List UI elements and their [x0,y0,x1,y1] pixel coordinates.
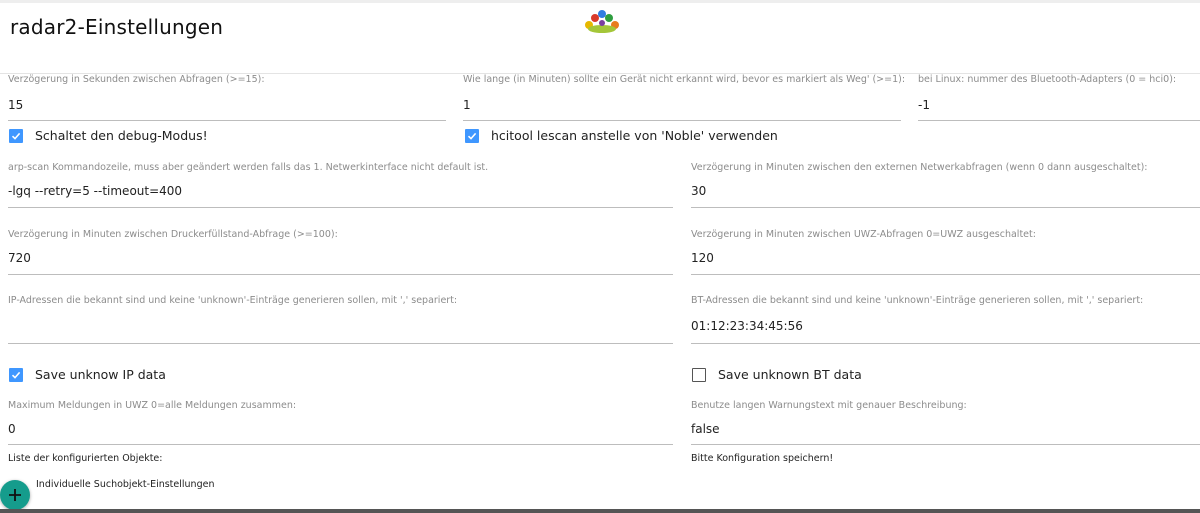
external-delay-underline [691,207,1200,208]
scan-delay-input[interactable]: 15 [8,98,23,112]
bt-adapter-input[interactable]: -1 [918,98,930,112]
save-bt-checkbox-box[interactable] [692,367,706,382]
long-warning-field[interactable]: Benutze langen Warnungstext mit genauer … [691,400,1200,447]
bt-adapter-field[interactable]: bei Linux: nummer des Bluetooth-Adapters… [918,74,1200,122]
radar-logo-icon [585,10,619,33]
uwz-delay-field[interactable]: Verzögerung in Minuten zwischen UWZ-Abfr… [691,229,1200,277]
away-delay-field[interactable]: Wie lange (in Minuten) sollte ein Gerät … [463,74,905,122]
uwz-delay-input[interactable]: 120 [691,251,714,265]
known-bts-underline [691,343,1200,344]
debug-checkbox[interactable]: Schaltet den debug-Modus! [9,128,208,143]
hcitool-checkbox-label: hcitool lescan anstelle von 'Noble' verw… [491,128,778,143]
debug-checkbox-label: Schaltet den debug-Modus! [35,128,208,143]
uwz-max-label: Maximum Meldungen in UWZ 0=alle Meldunge… [8,400,297,411]
add-search-object-button[interactable] [0,480,30,510]
add-search-object-label: Individuelle Suchobjekt-Einstellungen [36,479,215,490]
uwz-delay-label: Verzögerung in Minuten zwischen UWZ-Abfr… [691,229,1036,240]
known-bts-input[interactable]: 01:12:23:34:45:56 [691,319,803,333]
plus-icon [9,489,21,501]
save-config-notice: Bitte Konfiguration speichern! [691,453,834,464]
long-warning-label: Benutze langen Warnungstext mit genauer … [691,400,967,411]
scan-delay-label: Verzögerung in Sekunden zwischen Abfrage… [8,74,265,85]
arp-scan-label: arp-scan Kommandozeile, muss aber geände… [8,162,489,173]
known-ips-label: IP-Adressen die bekannt sind und keine '… [8,295,458,306]
scan-delay-field[interactable]: Verzögerung in Sekunden zwischen Abfrage… [8,74,446,122]
hcitool-check-icon[interactable] [465,128,479,143]
long-warning-input[interactable]: false [691,422,720,436]
known-ips-underline [8,343,673,344]
save-bt-checkbox-label: Save unknown BT data [718,367,862,382]
bt-adapter-label: bei Linux: nummer des Bluetooth-Adapters… [918,74,1177,85]
table-header-bar [0,509,1200,513]
uwz-delay-underline [691,274,1200,275]
external-delay-input[interactable]: 30 [691,184,706,198]
objects-list-label: Liste der konfigurierten Objekte: [8,453,163,464]
arp-scan-input[interactable]: -lgq --retry=5 --timeout=400 [8,184,182,198]
uwz-max-input[interactable]: 0 [8,422,16,436]
known-ips-field[interactable]: IP-Adressen die bekannt sind und keine '… [8,295,673,345]
printer-delay-underline [8,274,673,275]
save-ip-checkbox[interactable]: Save unknow IP data [9,367,166,382]
away-delay-label: Wie lange (in Minuten) sollte ein Gerät … [463,74,906,85]
external-delay-field[interactable]: Verzögerung in Minuten zwischen den exte… [691,162,1200,210]
external-delay-label: Verzögerung in Minuten zwischen den exte… [691,162,1148,173]
printer-delay-label: Verzögerung in Minuten zwischen Druckerf… [8,229,338,240]
uwz-max-field[interactable]: Maximum Meldungen in UWZ 0=alle Meldunge… [8,400,673,447]
uwz-max-underline [8,444,673,445]
printer-delay-input[interactable]: 720 [8,251,31,265]
away-delay-input[interactable]: 1 [463,98,471,112]
bt-adapter-underline [918,120,1200,121]
scan-delay-underline [8,120,446,121]
away-delay-underline [463,120,901,121]
debug-check-icon[interactable] [9,128,23,143]
arp-scan-field[interactable]: arp-scan Kommandozeile, muss aber geände… [8,162,673,210]
save-ip-check-icon[interactable] [9,367,23,382]
page-title: radar2-Einstellungen [10,15,224,39]
printer-delay-field[interactable]: Verzögerung in Minuten zwischen Druckerf… [8,229,673,277]
save-ip-checkbox-label: Save unknow IP data [35,367,166,382]
top-border [0,0,1200,3]
known-bts-label: BT-Adressen die bekannt sind und keine '… [691,295,1144,306]
known-bts-field[interactable]: BT-Adressen die bekannt sind und keine '… [691,295,1200,345]
save-bt-checkbox[interactable]: Save unknown BT data [692,367,862,382]
long-warning-underline [691,444,1200,445]
hcitool-checkbox[interactable]: hcitool lescan anstelle von 'Noble' verw… [465,128,778,143]
arp-scan-underline [8,207,673,208]
